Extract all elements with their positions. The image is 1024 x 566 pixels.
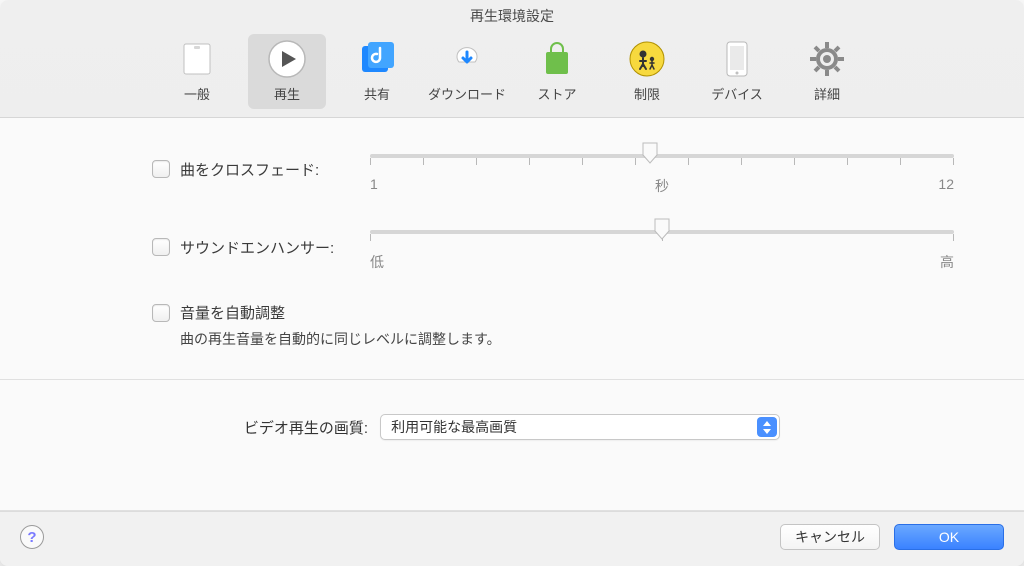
tab-devices[interactable]: デバイス xyxy=(698,34,776,109)
video-quality-value: 利用可能な最高画質 xyxy=(391,417,517,437)
crossfade-row: 曲をクロスフェード: 1 秒 12 xyxy=(70,146,954,192)
enhancer-row: サウンドエンハンサー: 低 高 xyxy=(70,222,954,272)
gear-icon xyxy=(806,38,848,80)
devices-icon xyxy=(716,38,758,80)
select-caret-icon xyxy=(757,417,777,437)
tab-store[interactable]: ストア xyxy=(518,34,596,109)
crossfade-label: 曲をクロスフェード: xyxy=(180,159,319,180)
auto-volume-block: 音量を自動調整 曲の再生音量を自動的に同じレベルに調整します。 xyxy=(70,302,954,349)
enhancer-label: サウンドエンハンサー: xyxy=(180,237,334,258)
enhancer-slider[interactable]: 低 高 xyxy=(370,222,954,272)
crossfade-unit: 秒 xyxy=(655,176,669,196)
help-button[interactable]: ? xyxy=(20,525,44,549)
tab-general[interactable]: 一般 xyxy=(158,34,236,109)
tab-label: 共有 xyxy=(364,84,390,103)
content-pane: 曲をクロスフェード: 1 秒 12 xyxy=(0,118,1024,511)
video-quality-row: ビデオ再生の画質: 利用可能な最高画質 xyxy=(70,410,954,460)
preferences-window: 再生環境設定 一般 再生 共有 ダウンロード xyxy=(0,0,1024,566)
ok-button[interactable]: OK xyxy=(894,524,1004,550)
crossfade-max: 12 xyxy=(938,176,954,192)
video-quality-select[interactable]: 利用可能な最高画質 xyxy=(380,414,780,440)
store-icon xyxy=(536,38,578,80)
enhancer-checkbox[interactable] xyxy=(152,238,170,256)
tab-downloads[interactable]: ダウンロード xyxy=(428,34,506,109)
auto-volume-label: 音量を自動調整 xyxy=(180,302,285,323)
enhancer-thumb[interactable] xyxy=(653,217,671,241)
window-title: 再生環境設定 xyxy=(0,0,1024,30)
tab-label: ダウンロード xyxy=(428,84,506,103)
toolbar: 一般 再生 共有 ダウンロード ストア xyxy=(0,30,1024,118)
auto-volume-description: 曲の再生音量を自動的に同じレベルに調整します。 xyxy=(180,329,954,349)
crossfade-checkbox[interactable] xyxy=(152,160,170,178)
crossfade-thumb[interactable] xyxy=(641,141,659,165)
tab-label: 再生 xyxy=(274,84,300,103)
tab-label: デバイス xyxy=(711,84,763,103)
tab-restrictions[interactable]: 制限 xyxy=(608,34,686,109)
auto-volume-checkbox[interactable] xyxy=(152,304,170,322)
enhancer-min: 低 xyxy=(370,252,384,272)
tab-advanced[interactable]: 詳細 xyxy=(788,34,866,109)
tab-label: 制限 xyxy=(634,84,660,103)
divider xyxy=(0,379,1024,380)
crossfade-min: 1 xyxy=(370,176,378,192)
play-icon xyxy=(266,38,308,80)
crossfade-slider[interactable]: 1 秒 12 xyxy=(370,146,954,192)
enhancer-max: 高 xyxy=(940,252,954,272)
tab-sharing[interactable]: 共有 xyxy=(338,34,416,109)
sharing-icon xyxy=(356,38,398,80)
general-icon xyxy=(176,38,218,80)
tab-playback[interactable]: 再生 xyxy=(248,34,326,109)
tab-label: 一般 xyxy=(184,84,210,103)
cancel-button[interactable]: キャンセル xyxy=(780,524,880,550)
restrictions-icon xyxy=(626,38,668,80)
tab-label: ストア xyxy=(537,84,576,103)
video-quality-label: ビデオ再生の画質: xyxy=(244,417,368,438)
footer: ? キャンセル OK xyxy=(0,511,1024,566)
downloads-icon xyxy=(446,38,488,80)
tab-label: 詳細 xyxy=(814,84,840,103)
